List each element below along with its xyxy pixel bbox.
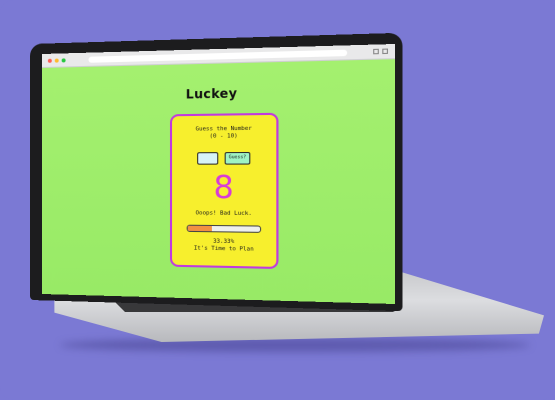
result-number: 8 — [213, 169, 234, 207]
guess-input[interactable] — [196, 152, 219, 165]
window-control-icon[interactable] — [373, 48, 379, 55]
progress-bar — [186, 224, 262, 233]
laptop-shadow — [60, 338, 530, 352]
close-window-dot[interactable] — [47, 58, 52, 63]
laptop-screen: Luckey Guess the Number (0 - 10) Guess? … — [42, 43, 395, 305]
game-page: Luckey Guess the Number (0 - 10) Guess? … — [42, 59, 395, 305]
result-status: Ooops! Bad Luck. — [195, 210, 252, 218]
window-control-icon[interactable] — [382, 48, 388, 55]
maximize-window-dot[interactable] — [61, 57, 66, 62]
address-bar[interactable] — [88, 49, 348, 63]
guess-button[interactable]: Guess? — [224, 151, 251, 165]
game-card: Guess the Number (0 - 10) Guess? 8 Ooops… — [169, 112, 279, 270]
minimize-window-dot[interactable] — [54, 58, 59, 63]
window-controls — [373, 48, 388, 55]
progress-message: It's Time to Plan — [193, 245, 254, 253]
progress-bar-fill — [187, 225, 212, 232]
app-logo: Luckey — [185, 86, 238, 102]
game-range: (0 - 10) — [209, 133, 238, 140]
guess-row: Guess? — [172, 151, 276, 165]
